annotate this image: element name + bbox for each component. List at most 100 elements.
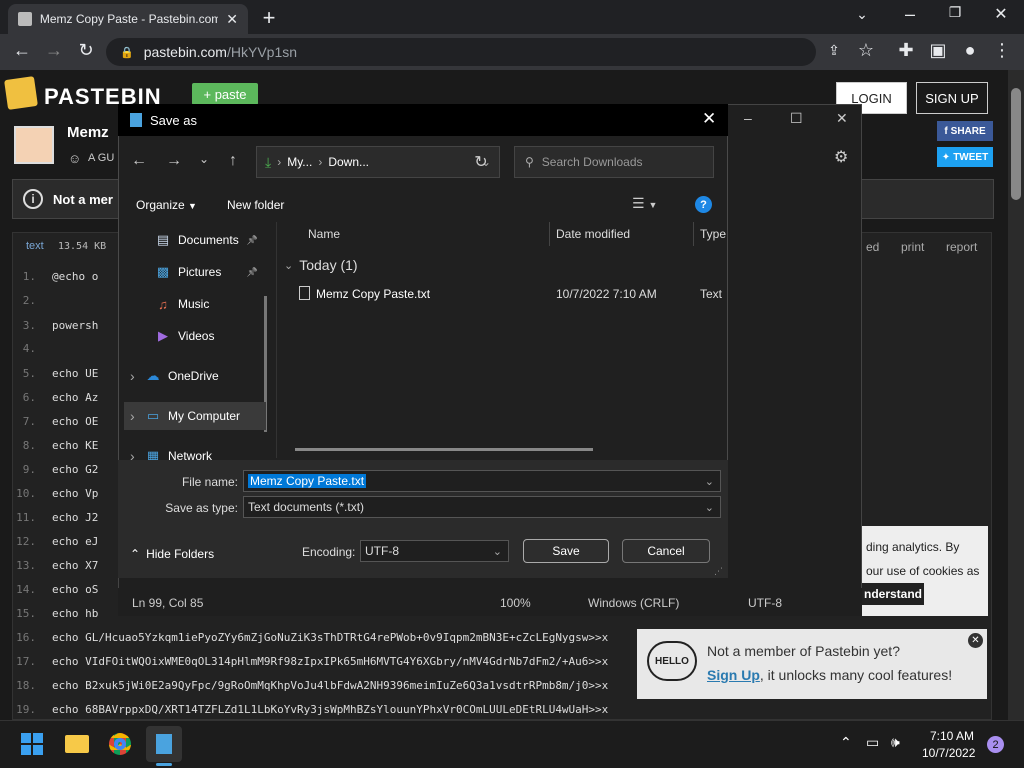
dialog-search-input[interactable]: ⚲ Search Downloads [514,146,714,178]
up-folder-icon[interactable]: ↑ [221,152,245,170]
url-path: /HkYVp1sn [226,44,298,60]
chrome-icon[interactable] [102,726,138,762]
dialog-address-bar[interactable]: ⤓ › My... › Down... ⌄ [256,146,500,178]
view-options-icon[interactable]: ☰ ▼ [632,195,657,212]
file-name-value: Memz Copy Paste.txt [248,474,367,488]
extensions-icon[interactable]: ✚ [894,40,918,61]
notepad-minimize-icon[interactable]: – [744,110,752,126]
code-line: 5. echo UE [12,361,99,385]
clock-date[interactable]: 10/7/2022 [922,746,975,760]
paste-size: 13.54 KB [58,241,107,252]
line-number: 11. [16,510,36,524]
windows-start-icon[interactable] [14,726,50,762]
share-label: SHARE [950,125,986,137]
reload-icon[interactable]: ↻ [74,40,98,61]
chevron-up-icon[interactable]: ⌃ [840,734,852,751]
dialog-refresh-icon[interactable]: ↻ [469,152,493,172]
line-code: echo Az [52,390,99,404]
cookie-accept-button[interactable]: nderstand [862,583,924,605]
minimize-icon[interactable]: – [898,4,922,25]
file-row[interactable]: Memz Copy Paste.txt 10/7/2022 7:10 AM Te… [296,284,726,304]
chevron-right-icon[interactable]: › [130,408,135,424]
column-header-name[interactable]: Name [308,227,340,241]
restore-icon[interactable]: ❐ [943,4,967,21]
paste-title: Memz [67,124,109,141]
clock-time[interactable]: 7:10 AM [930,729,974,743]
cancel-button[interactable]: Cancel [622,539,710,563]
help-icon[interactable]: ? [695,196,712,213]
close-window-icon[interactable]: ✕ [989,4,1013,24]
back-icon[interactable]: ← [10,40,34,61]
cookie-text-1: ding analytics. By [866,540,960,554]
line-number: 6. [22,390,36,404]
resize-grip-icon[interactable]: ⋰ [714,566,723,577]
horizontal-scrollbar[interactable] [295,448,593,451]
chevron-down-icon[interactable]: ⌄ [705,475,714,488]
search-icon: ⚲ [525,155,534,169]
hide-folders-button[interactable]: ⌃ Hide Folders [130,547,214,561]
menu-icon[interactable]: ⋮ [990,40,1014,61]
syntax-link[interactable]: text [26,240,44,252]
videos-icon: ▶ [158,328,168,343]
network-icon[interactable]: ▭ [866,734,879,751]
notepad-maximize-icon[interactable]: ☐ [790,110,803,127]
column-header-date[interactable]: Date modified [556,227,630,241]
line-code: echo Vp [52,486,99,500]
nav-item[interactable]: › ☁ OneDrive [124,362,266,390]
nav-item[interactable]: ▤ Documents 📌 [124,226,266,254]
chevron-down-icon[interactable]: ⌄ [850,6,874,23]
new-paste-button[interactable]: + paste [192,83,258,105]
forward-icon[interactable]: → [42,40,66,61]
breadcrumb-item[interactable]: My... [287,155,312,169]
nav-item[interactable]: › ▭ My Computer [124,402,266,430]
profile-icon[interactable]: ● [958,40,982,61]
signup-button[interactable]: SIGN UP [916,82,988,114]
close-tab-icon[interactable]: ✕ [226,11,238,28]
nav-item[interactable]: ♫ Music [124,290,266,318]
banner-signup-link[interactable]: Sign Up [707,667,760,683]
share-icon[interactable]: ⇪ [822,42,846,59]
breadcrumb-item[interactable]: Down... [328,155,369,169]
code-line: 4. [12,336,52,360]
facebook-share-button[interactable]: f SHARE [937,121,993,141]
line-code: echo KE [52,438,99,452]
file-name-input[interactable]: Memz Copy Paste.txt ⌄ [243,470,721,492]
notepad-close-icon[interactable]: ✕ [836,110,848,127]
print-link[interactable]: print [901,240,924,254]
chevron-down-icon[interactable]: ⌄ [705,501,714,514]
notepad-settings-icon[interactable]: ⚙ [834,147,848,167]
new-folder-button[interactable]: New folder [227,198,284,212]
address-bar[interactable]: 🔒 pastebin.com/HkYVp1sn [106,38,816,66]
recent-locations-chevron-icon[interactable]: ⌄ [192,152,216,166]
dialog-forward-icon[interactable]: → [162,152,186,170]
banner-close-icon[interactable]: ✕ [968,633,983,648]
group-label: Today (1) [299,257,358,273]
browser-tab[interactable]: Memz Copy Paste - Pastebin.com ✕ [8,4,248,34]
organize-button[interactable]: Organize ▼ [136,198,197,212]
dialog-back-icon[interactable]: ← [127,152,151,170]
notification-badge[interactable]: 2 [987,736,1004,753]
side-panel-icon[interactable]: ▣ [926,40,950,61]
chevron-right-icon[interactable]: › [130,368,135,384]
volume-icon[interactable]: 🕪 [891,734,900,751]
save-type-select[interactable]: Text documents (*.txt) ⌄ [243,496,721,518]
report-link[interactable]: report [946,240,977,254]
code-line: 18. echo B2xuk5jWi0E2a9QyFpc/9gRoOmMqKhpV… [12,673,608,697]
save-button[interactable]: Save [523,539,609,563]
page-scrollbar-thumb[interactable] [1011,88,1021,200]
chevron-down-icon[interactable]: ⌄ [493,545,502,558]
bookmark-star-icon[interactable]: ☆ [854,40,878,61]
new-tab-button[interactable]: + [257,5,281,31]
column-header-type[interactable]: Type [700,227,726,241]
code-line: 15. echo hb [12,601,98,625]
notepad-taskbar-icon[interactable] [146,726,182,762]
code-line: 9. echo G2 [12,457,99,481]
file-explorer-icon[interactable] [59,726,95,762]
group-header[interactable]: ⌄ Today (1) [284,257,358,273]
nav-item[interactable]: ▶ Videos [124,322,266,350]
encoding-select[interactable]: UTF-8 ⌄ [360,540,509,562]
raw-link[interactable]: ed [866,240,879,254]
twitter-share-button[interactable]: ✦ TWEET [937,147,993,167]
dialog-close-icon[interactable]: ✕ [702,109,716,129]
nav-item[interactable]: ▩ Pictures 📌 [124,258,266,286]
